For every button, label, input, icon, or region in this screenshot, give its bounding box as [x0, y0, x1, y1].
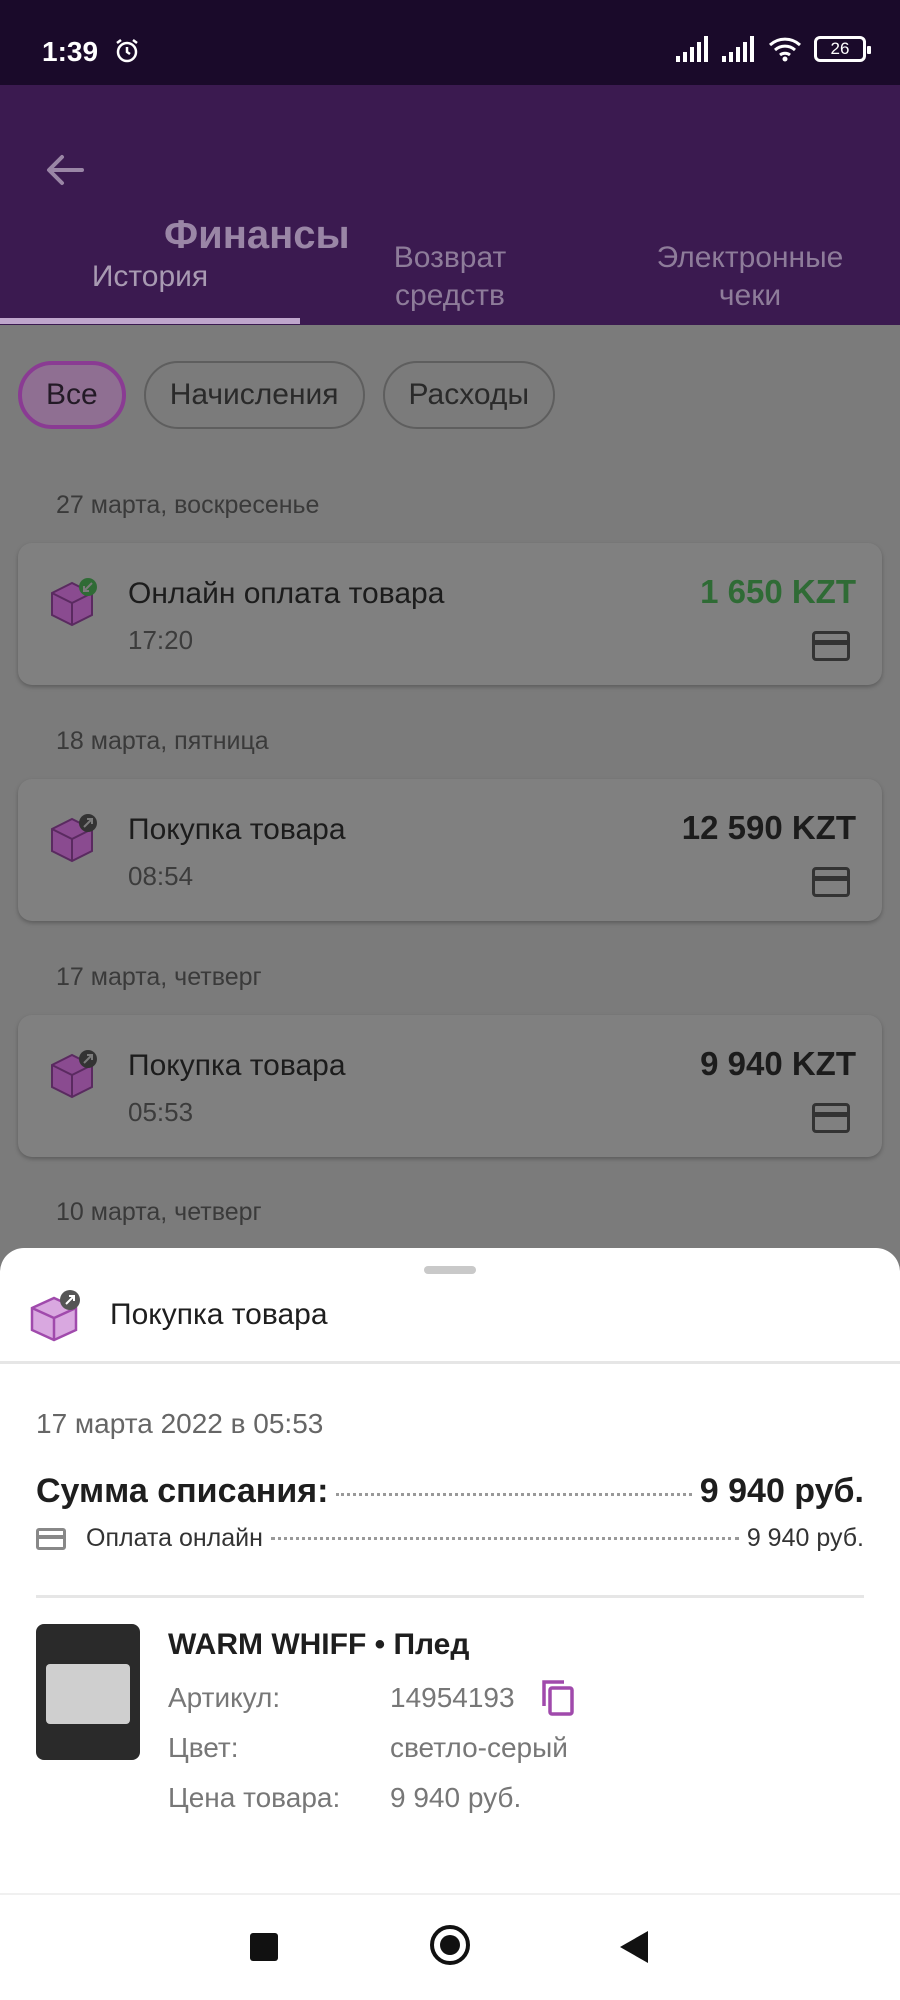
- back-arrow-icon[interactable]: [40, 145, 90, 195]
- tab-refunds[interactable]: Возврат средств: [300, 228, 600, 325]
- divider: [36, 1595, 864, 1598]
- transaction-name: Онлайн оплата товара: [128, 577, 445, 610]
- product-title: WARM WHIFF • Плед: [168, 1628, 470, 1661]
- tab-receipts[interactable]: Электронные чеки: [600, 228, 900, 325]
- transaction-datetime: 17 марта 2022 в 05:53: [36, 1408, 324, 1439]
- tab-indicator: [0, 318, 300, 324]
- date-header: 10 марта, четверг: [56, 1198, 262, 1226]
- payment-method-label: Оплата онлайн: [86, 1524, 263, 1552]
- copy-icon[interactable]: [540, 1678, 576, 1718]
- card-icon: [812, 867, 850, 897]
- transaction-time: 08:54: [128, 861, 194, 891]
- status-icons: 26: [676, 36, 871, 62]
- tab-bar: История Возврат средств Электронные чеки: [0, 228, 900, 325]
- box-outgoing-icon: [30, 1290, 80, 1342]
- total-label: Сумма списания:: [36, 1472, 329, 1510]
- recents-button[interactable]: [250, 1933, 278, 1961]
- transaction-card[interactable]: Онлайн оплата товара 17:20 1 650 KZT: [18, 543, 882, 685]
- tab-history-label: История: [91, 259, 209, 293]
- date-header: 27 марта, воскресенье: [56, 491, 320, 519]
- alarm-icon: [116, 39, 138, 63]
- tab-refunds-label: Возврат средств: [393, 240, 507, 312]
- system-nav-bar: [0, 1895, 900, 2000]
- transaction-amount: 1 650 KZT: [700, 573, 856, 610]
- payment-method-value: 9 940 руб.: [746, 1524, 864, 1552]
- filter-chip-income[interactable]: Начисления: [143, 361, 365, 429]
- battery-icon: 26: [814, 36, 871, 62]
- color-label: Цвет:: [168, 1732, 239, 1763]
- signal-icon-2: [722, 36, 754, 62]
- card-icon: [812, 1103, 850, 1133]
- article-label: Артикул:: [168, 1682, 281, 1713]
- transaction-name: Покупка товара: [128, 813, 346, 846]
- transaction-amount: 12 590 KZT: [681, 809, 856, 846]
- sheet-title: Покупка товара: [110, 1298, 328, 1331]
- date-header: 18 марта, пятница: [56, 727, 269, 755]
- divider: [0, 1361, 900, 1364]
- article-value: 14954193: [390, 1682, 515, 1713]
- dotted-leader: [270, 1537, 739, 1540]
- status-time: 1:39: [42, 36, 99, 67]
- article-row: Артикул: 14954193: [168, 1680, 574, 1716]
- status-bar: 1:39 26: [0, 0, 900, 85]
- transaction-card[interactable]: Покупка товара 05:53 9 940 KZT: [18, 1015, 882, 1157]
- tab-history[interactable]: История: [0, 228, 300, 325]
- home-button[interactable]: [430, 1925, 470, 1965]
- color-value: светло-серый: [390, 1732, 568, 1763]
- card-icon: [36, 1527, 66, 1550]
- price-row: Цена товара: 9 940 руб.: [168, 1782, 521, 1814]
- box-outgoing-icon: [51, 1050, 97, 1099]
- transaction-detail-sheet: Покупка товара 17 марта 2022 в 05:53 Сум…: [0, 1248, 900, 1894]
- filter-chip-all[interactable]: Все: [18, 361, 126, 429]
- card-icon: [812, 631, 850, 661]
- wifi-icon: [768, 37, 802, 62]
- filter-chip-expenses[interactable]: Расходы: [382, 361, 556, 429]
- price-value: 9 940 руб.: [390, 1782, 522, 1813]
- transaction-time: 17:20: [128, 625, 194, 655]
- sheet-drag-handle[interactable]: [424, 1266, 476, 1274]
- filter-chips: Все Начисления Расходы: [18, 361, 556, 429]
- transaction-time: 05:53: [128, 1097, 194, 1127]
- total-row: Сумма списания: 9 940 руб.: [36, 1472, 864, 1511]
- transaction-amount: 9 940 KZT: [700, 1045, 856, 1082]
- product-image[interactable]: [36, 1624, 140, 1760]
- dotted-leader: [336, 1493, 692, 1496]
- back-button[interactable]: [620, 1931, 648, 1963]
- signal-icon: [676, 36, 708, 62]
- total-value: 9 940 руб.: [699, 1472, 864, 1510]
- battery-level: 26: [830, 39, 850, 58]
- box-incoming-icon: [51, 578, 97, 627]
- color-row: Цвет: светло-серый: [168, 1732, 568, 1764]
- payment-method-row: Оплата онлайн 9 940 руб.: [36, 1524, 864, 1553]
- price-label: Цена товара:: [168, 1782, 341, 1813]
- tab-receipts-label: Электронные чеки: [656, 240, 844, 312]
- box-outgoing-icon: [51, 814, 97, 863]
- transaction-card[interactable]: Покупка товара 08:54 12 590 KZT: [18, 779, 882, 921]
- product-image-blanket: [46, 1664, 130, 1724]
- date-header: 17 марта, четверг: [56, 963, 262, 991]
- transaction-name: Покупка товара: [128, 1049, 346, 1082]
